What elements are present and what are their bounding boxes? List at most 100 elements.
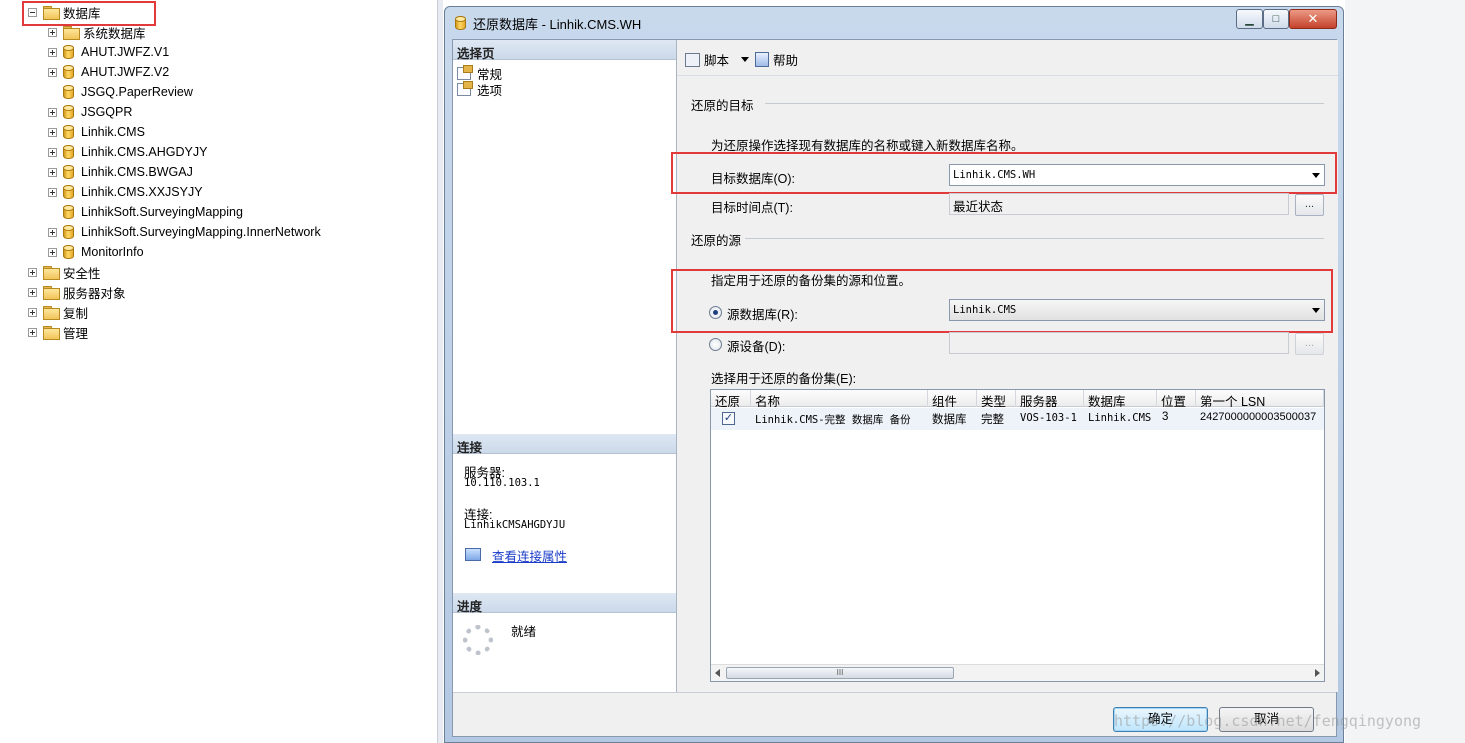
pane-splitter[interactable] [437, 0, 443, 743]
tree-node-database[interactable]: JSGQPR [48, 103, 132, 121]
source-device-radio[interactable] [709, 338, 722, 351]
cell-first-lsn: 2427000000003500037 [1200, 411, 1317, 423]
scroll-right-icon[interactable] [1315, 669, 1320, 677]
expand-icon[interactable] [48, 227, 57, 237]
backup-sets-grid[interactable]: 还原 名称 组件 类型 服务器 数据库 位置 第一个 LSN ✓ Linhik.… [710, 389, 1325, 682]
expand-icon[interactable] [28, 327, 37, 337]
backup-sets-label: 选择用于还原的备份集(E): [711, 372, 857, 386]
source-database-radio[interactable] [709, 306, 722, 319]
cell-type: 完整 [981, 414, 1004, 426]
tree-node-database[interactable]: LinhikSoft.SurveyingMapping [48, 203, 243, 221]
tree-node-label: AHUT.JWFZ.V1 [81, 45, 170, 59]
connection-value: LinhikCMSAHGDYJU [464, 519, 566, 531]
tree-node-label: Linhik.CMS.BWGAJ [81, 165, 193, 179]
connection-header: 连接 [453, 434, 676, 455]
tree-node-database[interactable]: Linhik.CMS.XXJSYJY [48, 183, 203, 201]
tree-node-database[interactable]: LinhikSoft.SurveyingMapping.InnerNetwork [48, 223, 321, 241]
source-device-label: 源设备(D): [727, 340, 786, 354]
cell-database: Linhik.CMS [1088, 412, 1152, 424]
page-icon [457, 80, 473, 96]
help-icon [755, 52, 769, 67]
database-icon [455, 16, 466, 30]
maximize-button[interactable]: □ [1263, 9, 1289, 29]
tree-node-database[interactable]: JSGQ.PaperReview [48, 83, 193, 101]
background-area [1345, 0, 1465, 743]
tree-node-database[interactable]: Linhik.CMS [48, 123, 145, 141]
target-time-browse-button[interactable]: ... [1295, 194, 1324, 216]
help-button[interactable]: 帮助 [755, 50, 798, 69]
tree-node-management[interactable]: 管理 [28, 323, 88, 341]
scroll-thumb[interactable]: III [726, 667, 954, 679]
grid-header: 还原 名称 组件 类型 服务器 数据库 位置 第一个 LSN [711, 390, 1324, 407]
expand-icon[interactable] [28, 267, 37, 277]
group-divider [765, 103, 1324, 104]
tree-node-database[interactable]: AHUT.JWFZ.V2 [48, 63, 169, 81]
toolbar: 脚本 帮助 [677, 40, 1338, 76]
server-value: 10.110.103.1 [464, 477, 540, 489]
object-explorer-tree: 数据库 系统数据库 AHUT.JWFZ.V1 AHUT.JWFZ.V2 JSGQ… [0, 0, 437, 743]
script-icon [685, 52, 700, 67]
script-label: 脚本 [704, 54, 730, 68]
tree-node-server-objects[interactable]: 服务器对象 [28, 283, 126, 301]
folder-icon [43, 326, 60, 340]
column-header-restore[interactable]: 还原 [711, 390, 751, 407]
tree-node-database[interactable]: Linhik.CMS.AHGDYJY [48, 143, 207, 161]
source-database-combo[interactable]: Linhik.CMS [949, 299, 1325, 321]
tree-node-label: JSGQPR [81, 105, 133, 119]
restore-checkbox[interactable]: ✓ [722, 412, 735, 425]
source-hint: 指定用于还原的备份集的源和位置。 [711, 274, 912, 288]
folder-icon [43, 306, 60, 320]
tree-node-label: 系统数据库 [83, 26, 146, 41]
dialog-titlebar[interactable]: 还原数据库 - Linhik.CMS.WH [445, 7, 1343, 39]
column-header-database[interactable]: 数据库 [1084, 390, 1157, 407]
expand-icon[interactable] [48, 187, 57, 197]
scroll-left-icon[interactable] [715, 669, 720, 677]
target-time-field: 最近状态 [949, 193, 1289, 215]
expand-icon[interactable] [48, 127, 57, 137]
tree-node-database[interactable]: AHUT.JWFZ.V1 [48, 43, 169, 61]
target-database-label: 目标数据库(O): [711, 172, 796, 186]
expand-icon[interactable] [48, 27, 57, 37]
database-icon [63, 185, 74, 199]
dialog-title: 还原数据库 - Linhik.CMS.WH [473, 16, 642, 32]
database-icon [63, 225, 74, 239]
expand-icon[interactable] [48, 67, 57, 77]
script-button[interactable]: 脚本 [685, 50, 750, 69]
close-button[interactable]: ✕ [1289, 9, 1337, 29]
expander-placeholder [48, 87, 57, 97]
expand-icon[interactable] [48, 47, 57, 57]
expand-icon[interactable] [28, 307, 37, 317]
column-header-first-lsn[interactable]: 第一个 LSN [1196, 390, 1324, 407]
expand-icon[interactable] [48, 147, 57, 157]
expand-icon[interactable] [28, 287, 37, 297]
tree-node-label: AHUT.JWFZ.V2 [81, 65, 170, 79]
column-header-name[interactable]: 名称 [751, 390, 928, 407]
column-header-type[interactable]: 类型 [977, 390, 1016, 407]
tree-node-label: Linhik.CMS [81, 125, 145, 139]
horizontal-scrollbar[interactable]: III [711, 664, 1324, 681]
tree-node-database[interactable]: Linhik.CMS.BWGAJ [48, 163, 193, 181]
view-connection-properties-link[interactable]: 查看连接属性 [492, 546, 567, 565]
column-header-component[interactable]: 组件 [928, 390, 977, 407]
database-icon [63, 65, 74, 79]
expander-placeholder [48, 207, 57, 217]
table-row[interactable]: ✓ Linhik.CMS-完整 数据库 备份 数据库 完整 VOS-103-1 … [711, 408, 1324, 430]
expand-icon[interactable] [48, 107, 57, 117]
source-device-browse-button[interactable]: ... [1295, 333, 1324, 355]
tree-node-system-databases[interactable]: 系统数据库 [48, 23, 146, 41]
right-pane: 脚本 帮助 还原的目标 为还原操作选择现有数据库的名称或键入新数据库名称。 目标… [671, 40, 1338, 692]
tree-node-replication[interactable]: 复制 [28, 303, 88, 321]
column-header-server[interactable]: 服务器 [1016, 390, 1084, 407]
page-icon [457, 64, 473, 80]
expand-icon[interactable] [48, 247, 57, 257]
target-database-combo[interactable]: Linhik.CMS.WH [949, 164, 1325, 186]
minimize-button[interactable]: ▁ [1236, 9, 1263, 29]
expand-icon[interactable] [48, 167, 57, 177]
column-header-position[interactable]: 位置 [1157, 390, 1196, 407]
dropdown-arrow-icon[interactable] [741, 57, 750, 62]
page-item-options[interactable]: 选项 [457, 80, 502, 98]
tree-node-label: Linhik.CMS.AHGDYJY [81, 145, 208, 159]
tree-node-security[interactable]: 安全性 [28, 263, 101, 281]
tree-node-database[interactable]: MonitorInfo [48, 243, 144, 261]
connection-properties-icon [465, 548, 481, 561]
